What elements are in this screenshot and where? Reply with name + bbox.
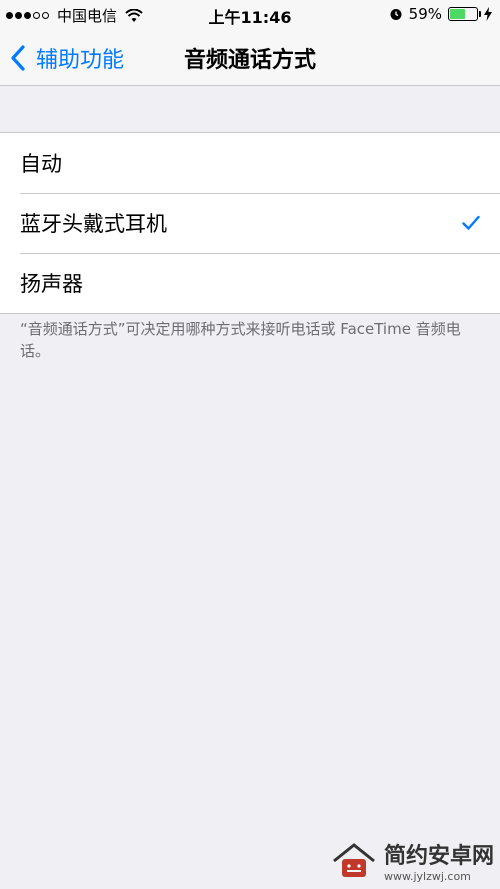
chevron-left-icon <box>11 45 25 71</box>
watermark-url: www.jylzwj.com <box>383 870 471 883</box>
option-label: 蓝牙头戴式耳机 <box>20 212 167 236</box>
option-label: 扬声器 <box>20 272 83 296</box>
status-bar: 中国电信 上午11:46 59% <box>0 0 500 28</box>
option-row-speaker[interactable]: 扬声器 <box>0 253 500 313</box>
options-list: 自动 蓝牙头戴式耳机 扬声器 <box>0 132 500 314</box>
option-row-auto[interactable]: 自动 <box>0 133 500 193</box>
watermark: 简约安卓网 www.jylzwj.com <box>330 838 494 883</box>
alarm-icon <box>390 9 402 20</box>
battery-fill <box>450 9 466 19</box>
battery-icon <box>448 7 481 21</box>
status-right: 59% <box>389 5 492 23</box>
navigation-bar: 辅助功能 音频通话方式 <box>0 28 500 86</box>
option-row-bluetooth-headset[interactable]: 蓝牙头戴式耳机 <box>0 193 500 253</box>
android-house-logo-icon <box>333 842 375 877</box>
watermark-title: 简约安卓网 <box>383 844 494 869</box>
footer-description: “音频通话方式”可决定用哪种方式来接听电话或 FaceTime 音频电话。 <box>20 320 461 360</box>
charging-bolt-icon <box>484 7 492 21</box>
back-button-label: 辅助功能 <box>36 48 125 73</box>
checkmark-icon <box>462 215 480 230</box>
back-button[interactable]: 辅助功能 <box>10 42 124 74</box>
option-label: 自动 <box>20 152 62 176</box>
battery-percent: 59% <box>408 5 442 23</box>
